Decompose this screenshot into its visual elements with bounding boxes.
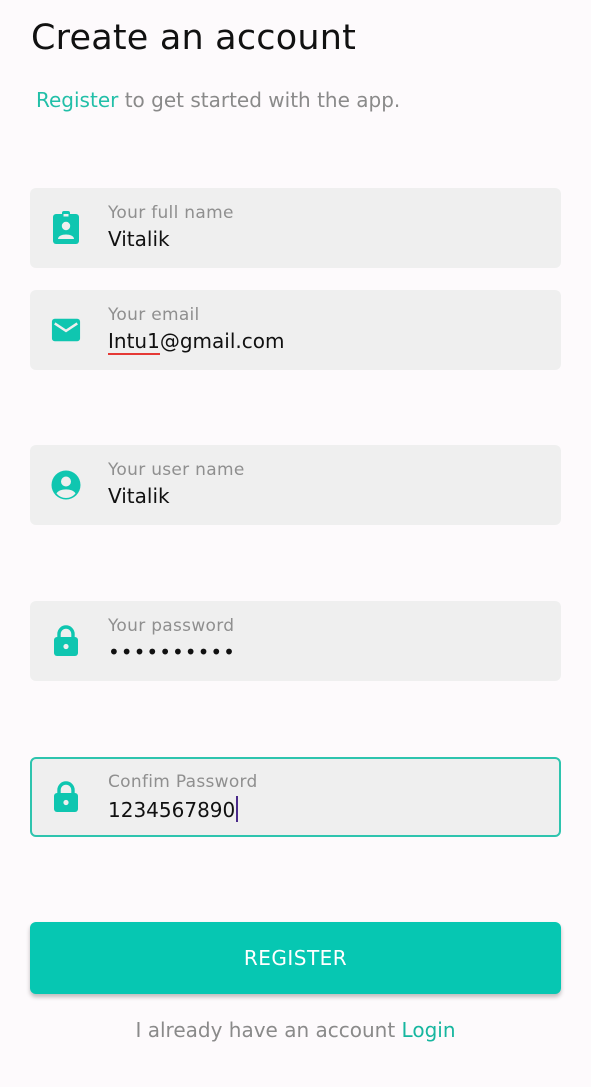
email-field[interactable]: Your email Intu1@gmail.com	[30, 290, 561, 370]
login-link[interactable]: Login	[402, 1018, 456, 1042]
full-name-field[interactable]: Your full name Vitalik	[30, 188, 561, 268]
mail-icon	[51, 315, 81, 345]
user-name-label: Your user name	[108, 460, 245, 480]
confirm-password-text: 1234567890	[108, 798, 236, 822]
misspelled-word: Intu1	[108, 329, 160, 355]
password-field[interactable]: Your password ••••••••••	[30, 601, 561, 681]
page-subtitle: Register to get started with the app.	[36, 88, 400, 112]
confirm-password-label: Confim Password	[108, 772, 258, 792]
password-label: Your password	[108, 616, 235, 636]
lock-icon	[51, 781, 81, 812]
user-name-field[interactable]: Your user name Vitalik	[30, 445, 561, 525]
text-caret	[236, 796, 239, 822]
account-circle-icon	[51, 470, 81, 500]
email-input[interactable]: Intu1@gmail.com	[108, 329, 285, 355]
subtitle-text: to get started with the app.	[118, 88, 401, 112]
user-name-input[interactable]: Vitalik	[108, 484, 170, 508]
email-input-rest: @gmail.com	[159, 329, 285, 353]
login-prompt: I already have an account Login	[0, 1018, 591, 1042]
confirm-password-field[interactable]: Confim Password 1234567890	[30, 757, 561, 837]
full-name-label: Your full name	[108, 203, 234, 223]
lock-icon	[51, 625, 81, 656]
full-name-input[interactable]: Vitalik	[108, 227, 170, 251]
login-prompt-text: I already have an account	[135, 1018, 402, 1042]
register-link[interactable]: Register	[36, 88, 118, 112]
register-button[interactable]: REGISTER	[30, 922, 561, 994]
badge-icon	[51, 211, 81, 244]
email-label: Your email	[108, 305, 200, 325]
password-input[interactable]: ••••••••••	[108, 640, 236, 664]
page-title: Create an account	[31, 18, 357, 58]
confirm-password-input[interactable]: 1234567890	[108, 796, 239, 822]
